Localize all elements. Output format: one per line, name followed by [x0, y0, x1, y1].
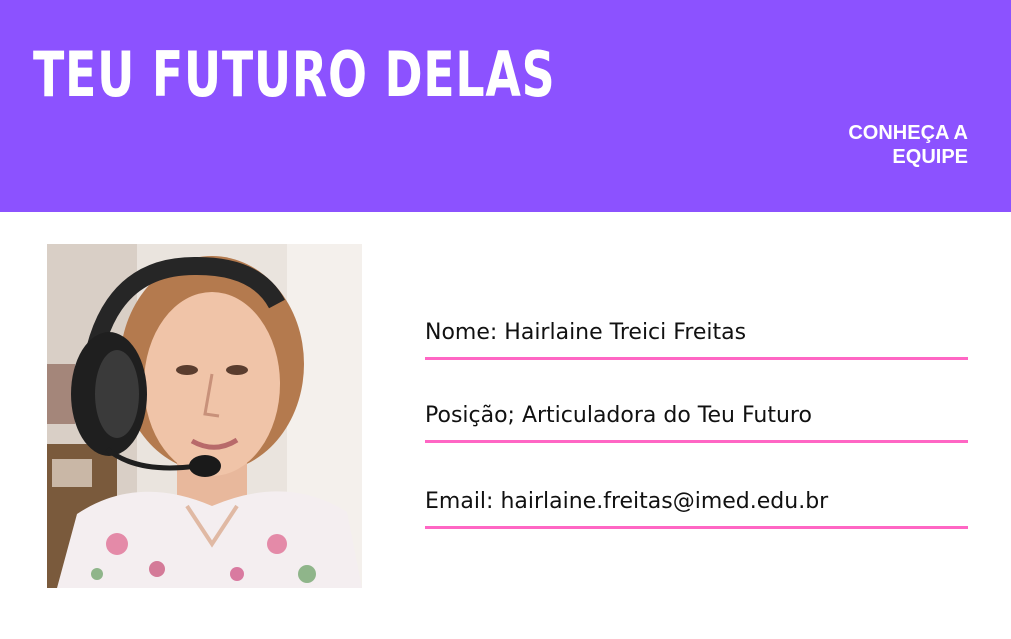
meet-team-link[interactable]: CONHEÇA A EQUIPE	[768, 121, 968, 169]
info-row-email: Email: hairlaine.freitas@imed.edu.br	[425, 487, 968, 529]
header-banner: TEU FUTURO DELAS CONHEÇA A EQUIPE	[0, 0, 1011, 212]
info-row-position: Posição; Articuladora do Teu Futuro	[425, 401, 968, 443]
page-title: TEU FUTURO DELAS	[33, 38, 556, 111]
profile-position: Posição; Articuladora do Teu Futuro	[425, 403, 812, 428]
profile-email[interactable]: Email: hairlaine.freitas@imed.edu.br	[425, 487, 968, 526]
info-row-name: Nome: Hairlaine Treici Freitas	[425, 318, 968, 360]
profile-photo	[47, 244, 362, 588]
profile-name: Nome: Hairlaine Treici Freitas	[425, 320, 747, 345]
